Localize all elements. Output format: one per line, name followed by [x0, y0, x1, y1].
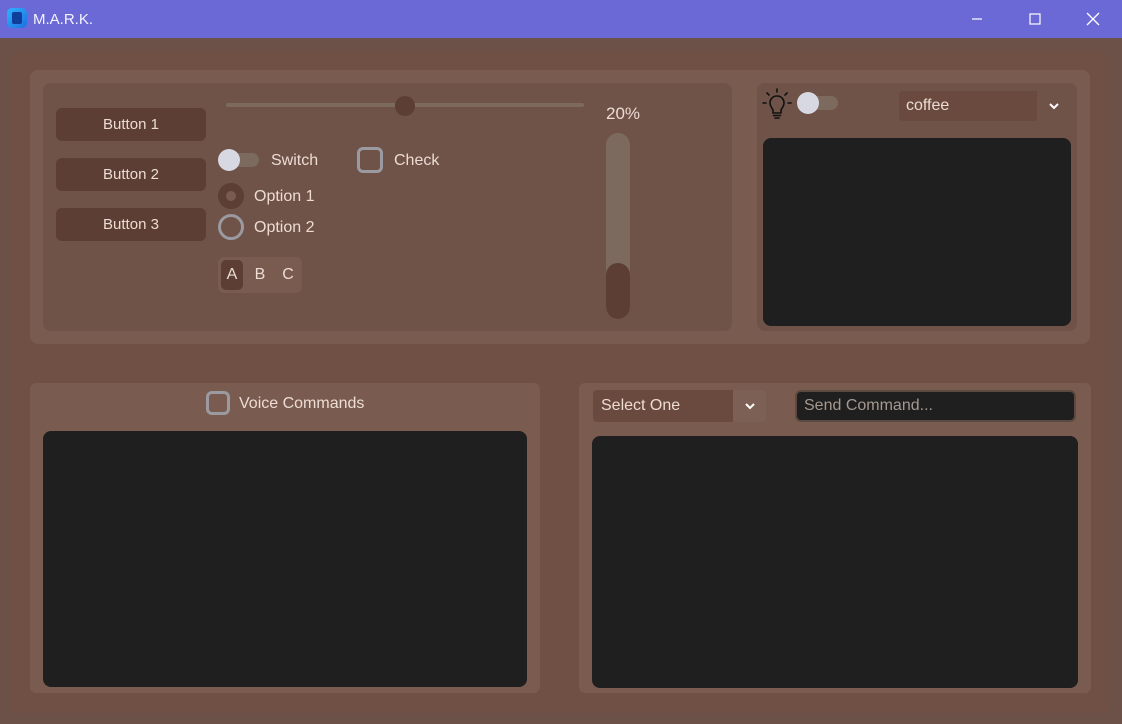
- button-3[interactable]: Button 3: [56, 208, 206, 241]
- minimize-icon: [972, 18, 982, 20]
- chevron-down-icon: [745, 403, 755, 410]
- segmented-button: A B C: [218, 257, 302, 293]
- command-combobox[interactable]: Select One: [593, 390, 766, 422]
- maximize-icon: [1029, 13, 1041, 25]
- check-label: Check: [394, 152, 440, 169]
- radio-option-1-label: Option 1: [254, 188, 315, 205]
- send-command-input[interactable]: [795, 390, 1076, 422]
- vertical-progress-bar: [606, 133, 630, 319]
- segment-b[interactable]: B: [249, 260, 271, 290]
- chevron-down-icon: [1049, 103, 1059, 110]
- segment-a[interactable]: A: [221, 260, 243, 290]
- segment-c[interactable]: C: [277, 260, 299, 290]
- command-select-value: Select One: [601, 397, 681, 414]
- radio-option-2[interactable]: [218, 214, 244, 240]
- maximize-button[interactable]: [1006, 0, 1064, 38]
- theme-option-value: coffee: [906, 97, 950, 114]
- close-button[interactable]: [1064, 0, 1122, 38]
- button-2[interactable]: Button 2: [56, 158, 206, 191]
- theme-textbox[interactable]: [763, 138, 1071, 326]
- check-checkbox[interactable]: [357, 147, 383, 173]
- app-icon: [7, 8, 27, 28]
- voice-commands-label: Voice Commands: [239, 395, 365, 412]
- lightbulb-icon: [762, 88, 792, 119]
- progress-fill: [606, 263, 630, 319]
- window-title: M.A.R.K.: [33, 11, 94, 28]
- command-output-textbox[interactable]: [592, 436, 1078, 688]
- button-1[interactable]: Button 1: [56, 108, 206, 141]
- minimize-button[interactable]: [948, 0, 1006, 38]
- progress-label: 20%: [606, 104, 641, 123]
- title-bar: M.A.R.K.: [0, 0, 1122, 38]
- theme-switch-thumb[interactable]: [797, 92, 819, 114]
- switch-thumb[interactable]: [218, 149, 240, 171]
- switch-label: Switch: [271, 152, 319, 169]
- radio-option-1[interactable]: [218, 183, 244, 209]
- voice-commands-checkbox[interactable]: [206, 391, 230, 415]
- slider-thumb[interactable]: [395, 96, 415, 116]
- voice-textbox[interactable]: [43, 431, 527, 687]
- radio-option-2-label: Option 2: [254, 219, 315, 236]
- theme-option-menu[interactable]: coffee: [899, 91, 1071, 121]
- close-icon: [1086, 12, 1100, 26]
